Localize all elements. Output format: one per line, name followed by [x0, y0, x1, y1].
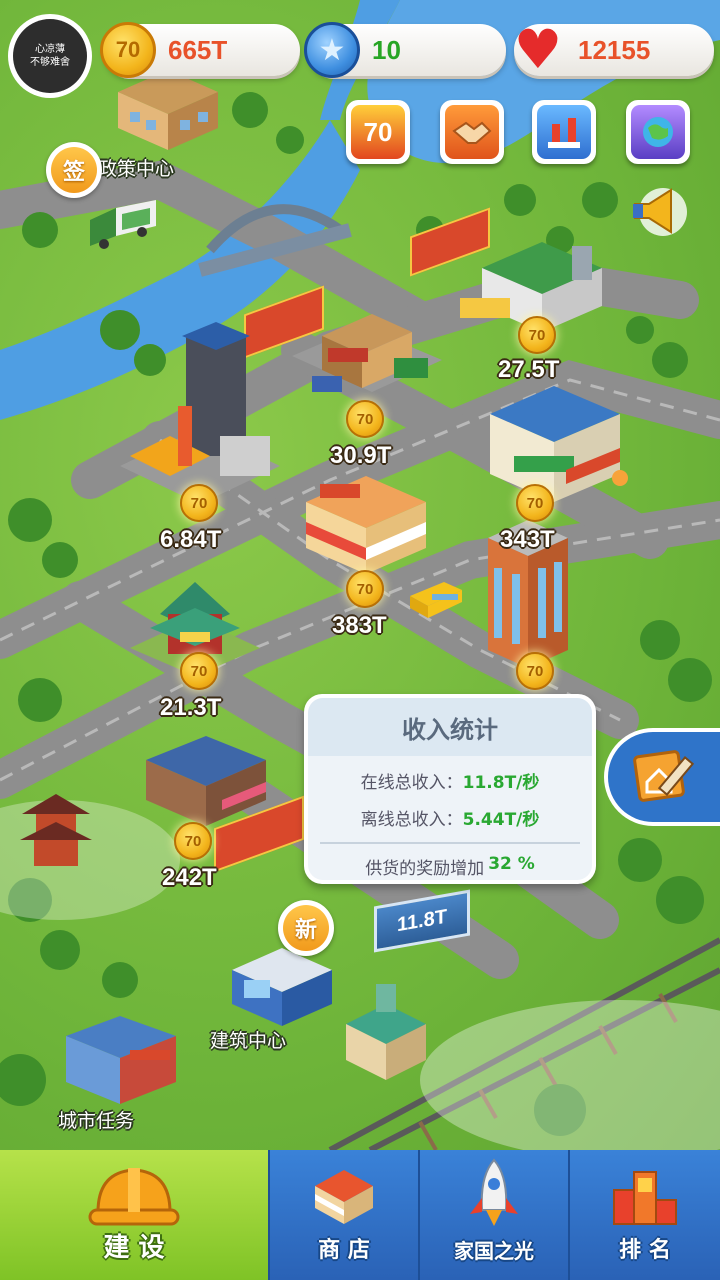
avatar-image: 心凉薄 不够难舍 [13, 19, 87, 93]
offline-income-value: 5.44T/秒 [462, 810, 540, 830]
steel-plant-coin[interactable]: 70 [180, 484, 218, 522]
shop-coin[interactable]: 70 [346, 570, 384, 608]
hard-hat-icon [88, 1168, 180, 1226]
shop-icon [315, 1170, 373, 1224]
bottom-nav: 建 设 商 店 家国之光 排 名 [0, 1150, 720, 1280]
offline-income-label: 离线总收入： [360, 810, 463, 830]
building-center-shape [232, 948, 332, 1026]
school-bus [410, 582, 462, 618]
popup-divider [320, 842, 580, 844]
stars-value: 10 [372, 34, 401, 65]
hearts-counter[interactable]: ♥ 12155 [514, 23, 714, 77]
coin-icon: 70 [100, 22, 156, 78]
edit-blueprint-icon [633, 750, 695, 802]
residence-building[interactable] [126, 730, 286, 830]
pavilion-income: 21.3T [160, 694, 222, 721]
steel-plant-shape [120, 322, 280, 504]
globe-icon [631, 105, 685, 159]
city-task-label[interactable]: 城市任务 [58, 1106, 134, 1133]
nav-national-glory[interactable]: 家国之光 [418, 1150, 568, 1280]
residence-income: 242T [162, 864, 217, 891]
lumber-mill-coin[interactable]: 70 [346, 400, 384, 438]
sign-in-bubble[interactable]: 签 [46, 142, 102, 198]
residence-shape [146, 736, 266, 826]
nav-ranking-label: 排 名 [619, 1238, 671, 1263]
70-badge-icon: 70 [351, 105, 405, 159]
online-income-row: 在线总收入： 11.8T/秒 [308, 768, 592, 793]
hearts-value: 12155 [578, 34, 651, 65]
city-landmark-button[interactable] [532, 100, 596, 164]
podium-icon [613, 1171, 677, 1225]
train-station [346, 984, 426, 1080]
logistics-coin[interactable]: 70 [518, 316, 556, 354]
nav-shop-label: 商 店 [318, 1238, 370, 1263]
new-bubble[interactable]: 新 [278, 900, 334, 956]
market-income: 343T [500, 526, 555, 553]
nav-national-glory-label: 家国之光 [454, 1239, 534, 1263]
coins-value: 665T [168, 34, 228, 65]
offline-income-row: 离线总收入： 5.44T/秒 [308, 805, 592, 830]
steel-plant-building[interactable] [110, 316, 290, 506]
megaphone-button[interactable] [626, 178, 690, 242]
pavilion-coin[interactable]: 70 [180, 652, 218, 690]
city-map[interactable]: 政策中心 签 70 27.5T 70 30.9T 70 6.84T 70 343… [0, 0, 720, 1150]
stars-counter[interactable]: ★ 10 [304, 22, 506, 78]
bonus-label: 供货的奖励增加 [365, 859, 485, 879]
heart-icon: ♥ [513, 18, 563, 81]
market-building[interactable] [470, 378, 640, 508]
shop-building[interactable] [296, 462, 436, 582]
coins-counter[interactable]: 70 665T [100, 22, 300, 78]
post-truck [90, 200, 156, 249]
bonus-value: 32 % [488, 854, 535, 874]
nav-shop[interactable]: 商 店 [268, 1150, 418, 1280]
edit-layout-button[interactable] [604, 728, 720, 826]
city-task-shape [66, 1016, 176, 1104]
income-stats-title: 收入统计 [308, 698, 592, 756]
office-tower-coin[interactable]: 70 [516, 652, 554, 690]
avatar-text-2: 不够难舍 [30, 57, 70, 68]
building-center[interactable] [222, 940, 342, 1030]
coin-icon-text: 70 [115, 37, 141, 62]
shop-shape [306, 476, 426, 574]
megaphone-icon [633, 188, 687, 236]
nav-ranking[interactable]: 排 名 [568, 1150, 720, 1280]
online-income-value: 11.8T/秒 [462, 773, 540, 793]
pagoda [20, 794, 92, 866]
online-income-label: 在线总收入： [360, 773, 463, 793]
market-shape [490, 386, 628, 502]
player-avatar[interactable]: 心凉薄 不够难舍 [8, 14, 92, 98]
shop-income: 383T [332, 612, 387, 639]
sign-in-bubble-text: 签 [51, 147, 97, 193]
policy-center-label[interactable]: 政策中心 [98, 154, 174, 181]
avatar-text-1: 心凉薄 [35, 44, 65, 55]
logistics-income: 27.5T [498, 356, 560, 383]
star-icon: ★ [304, 22, 360, 78]
globe-button[interactable] [626, 100, 690, 164]
lumber-mill-income: 30.9T [330, 442, 392, 469]
steel-plant-income: 6.84T [160, 526, 222, 553]
anniversary-70-button[interactable]: 70 [346, 100, 410, 164]
landmark-icon [537, 105, 591, 159]
new-bubble-text: 新 [283, 905, 329, 951]
nav-build[interactable]: 建 设 [0, 1150, 268, 1280]
income-stats-popup[interactable]: 收入统计 在线总收入： 11.8T/秒 离线总收入： 5.44T/秒 供货的奖励… [304, 694, 596, 884]
building-center-label[interactable]: 建筑中心 [210, 1026, 286, 1053]
bonus-row: 供货的奖励增加 32 % [308, 854, 592, 879]
rocket-icon [470, 1158, 518, 1226]
handshake-icon [445, 105, 499, 159]
market-coin[interactable]: 70 [516, 484, 554, 522]
residence-coin[interactable]: 70 [174, 822, 212, 860]
handshake-button[interactable] [440, 100, 504, 164]
city-task-building[interactable] [56, 1010, 186, 1106]
